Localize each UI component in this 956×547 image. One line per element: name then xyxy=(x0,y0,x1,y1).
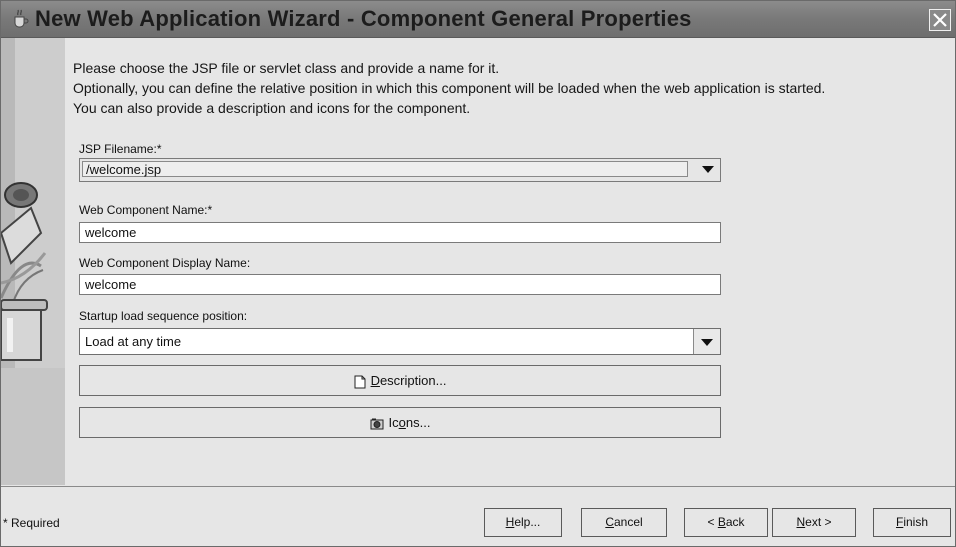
wizard-illustration xyxy=(1,38,65,485)
window-title: New Web Application Wizard - Component G… xyxy=(35,6,692,31)
jsp-filename-combo[interactable]: /welcome.jsp xyxy=(79,158,721,182)
description-button-label: Description... xyxy=(370,373,447,388)
startup-sequence-dropdown-button[interactable] xyxy=(693,329,720,354)
document-icon xyxy=(354,375,366,389)
intro-line-1: Please choose the JSP file or servlet cl… xyxy=(73,60,500,76)
title-bar: New Web Application Wizard - Component G… xyxy=(1,1,955,38)
jsp-filename-label: JSP Filename:* xyxy=(79,142,162,156)
next-button[interactable]: Next > xyxy=(772,508,856,537)
startup-sequence-value: Load at any time xyxy=(85,334,182,349)
icons-button-label: Icons... xyxy=(388,415,431,430)
web-component-name-label: Web Component Name:* xyxy=(79,203,213,217)
help-button[interactable]: Help... xyxy=(484,508,562,537)
wizard-window: New Web Application Wizard - Component G… xyxy=(0,0,956,547)
wizard-side-panel xyxy=(1,38,65,485)
intro-line-2: Optionally, you can define the relative … xyxy=(73,80,826,96)
startup-sequence-select[interactable]: Load at any time xyxy=(79,328,721,355)
intro-line-3: You can also provide a description and i… xyxy=(73,100,471,116)
chevron-down-icon xyxy=(701,339,713,346)
startup-sequence-label: Startup load sequence position: xyxy=(79,309,248,323)
close-button[interactable] xyxy=(929,9,951,31)
chevron-down-icon[interactable] xyxy=(702,166,714,173)
jsp-filename-value: /welcome.jsp xyxy=(82,161,688,177)
close-icon xyxy=(933,13,947,27)
wizard-content: Please choose the JSP file or servlet cl… xyxy=(65,38,955,485)
web-component-name-input[interactable]: welcome xyxy=(79,222,721,243)
web-component-display-name-label: Web Component Display Name: xyxy=(79,256,251,270)
wizard-button-bar: * Required Help... Cancel < Back Next > … xyxy=(1,486,955,546)
required-note: * Required xyxy=(3,516,60,530)
icons-button[interactable]: Icons... xyxy=(79,407,721,438)
web-component-display-name-input[interactable]: welcome xyxy=(79,274,721,295)
camera-icon xyxy=(370,418,384,430)
finish-button[interactable]: Finish xyxy=(873,508,951,537)
java-cup-icon xyxy=(14,9,29,28)
back-button[interactable]: < Back xyxy=(684,508,768,537)
cancel-button[interactable]: Cancel xyxy=(581,508,667,537)
description-button[interactable]: Description... xyxy=(79,365,721,396)
